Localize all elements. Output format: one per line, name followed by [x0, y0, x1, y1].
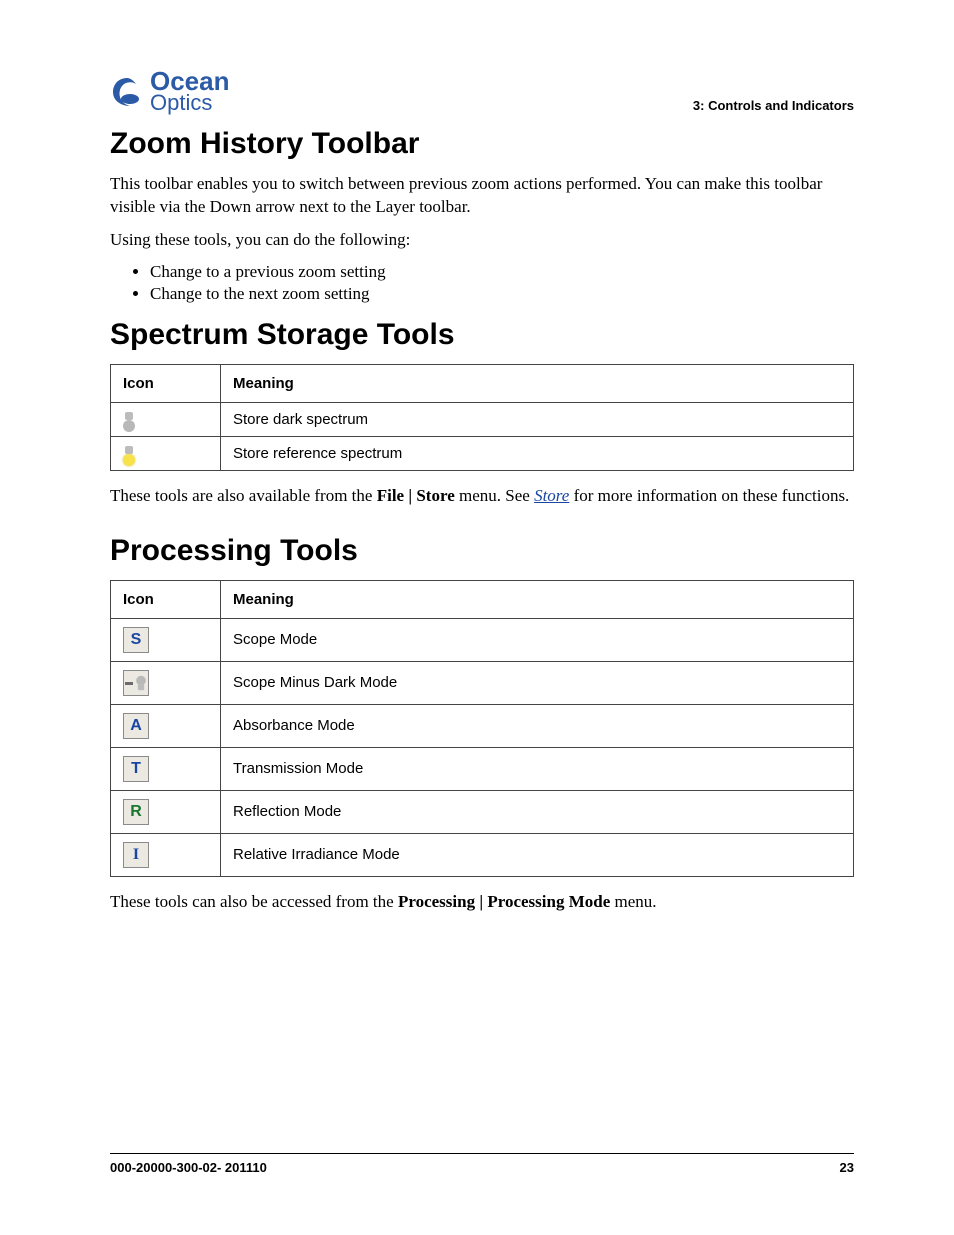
zoom-bullet-0: Change to a previous zoom setting: [150, 262, 854, 282]
meaning-cell: Transmission Mode: [221, 747, 854, 790]
processing-col-meaning: Meaning: [221, 580, 854, 618]
zoom-bullet-1: Change to the next zoom setting: [150, 284, 854, 304]
storage-note-before: These tools are also available from the: [110, 486, 377, 505]
icon-cell: A: [111, 704, 221, 747]
storage-note-after: for more information on these functions.: [569, 486, 849, 505]
table-row: R Reflection Mode: [111, 790, 854, 833]
storage-col-icon: Icon: [111, 365, 221, 403]
meaning-cell: Scope Mode: [221, 618, 854, 661]
section-label: 3: Controls and Indicators: [693, 98, 854, 113]
scope-mode-icon: S: [123, 627, 149, 653]
meaning-cell: Absorbance Mode: [221, 704, 854, 747]
storage-note: These tools are also available from the …: [110, 485, 854, 508]
store-link[interactable]: Store: [534, 486, 569, 505]
meaning-cell: Reflection Mode: [221, 790, 854, 833]
page: Ocean Optics 3: Controls and Indicators …: [0, 0, 954, 1235]
meaning-cell: Scope Minus Dark Mode: [221, 661, 854, 704]
logo: Ocean Optics: [110, 70, 230, 113]
icon-cell: [111, 403, 221, 437]
meaning-cell: Store dark spectrum: [221, 403, 854, 437]
logo-text: Ocean Optics: [150, 70, 230, 113]
meaning-cell: Store reference spectrum: [221, 437, 854, 471]
processing-note-before: These tools can also be accessed from th…: [110, 892, 398, 911]
processing-note-bold: Processing | Processing Mode: [398, 892, 610, 911]
processing-note: These tools can also be accessed from th…: [110, 891, 854, 914]
storage-note-bold: File | Store: [377, 486, 455, 505]
storage-note-mid: menu. See: [455, 486, 534, 505]
icon-cell: T: [111, 747, 221, 790]
processing-note-after: menu.: [610, 892, 656, 911]
icon-cell: R: [111, 790, 221, 833]
table-row: Store dark spectrum: [111, 403, 854, 437]
scope-minus-dark-icon: [123, 670, 149, 696]
zoom-para1: This toolbar enables you to switch betwe…: [110, 173, 854, 219]
icon-cell: [111, 437, 221, 471]
storage-header-row: Icon Meaning: [111, 365, 854, 403]
storage-table: Icon Meaning Store dark spectrum Store r…: [110, 364, 854, 471]
table-row: I Relative Irradiance Mode: [111, 833, 854, 876]
irradiance-mode-icon: I: [123, 842, 149, 868]
absorbance-mode-icon: A: [123, 713, 149, 739]
heading-zoom-history: Zoom History Toolbar: [110, 127, 854, 161]
logo-line2: Optics: [150, 93, 230, 113]
doc-number: 000-20000-300-02- 201110: [110, 1160, 267, 1175]
meaning-cell: Relative Irradiance Mode: [221, 833, 854, 876]
table-row: A Absorbance Mode: [111, 704, 854, 747]
reflection-mode-icon: R: [123, 799, 149, 825]
transmission-mode-icon: T: [123, 756, 149, 782]
table-row: S Scope Mode: [111, 618, 854, 661]
zoom-bullet-list: Change to a previous zoom setting Change…: [150, 262, 854, 304]
icon-cell: I: [111, 833, 221, 876]
zoom-para2: Using these tools, you can do the follow…: [110, 229, 854, 252]
page-number: 23: [840, 1160, 854, 1175]
table-row: Store reference spectrum: [111, 437, 854, 471]
icon-cell: [111, 661, 221, 704]
storage-col-meaning: Meaning: [221, 365, 854, 403]
processing-table: Icon Meaning S Scope Mode Scope Minus Da…: [110, 580, 854, 877]
processing-col-icon: Icon: [111, 580, 221, 618]
processing-header-row: Icon Meaning: [111, 580, 854, 618]
table-row: T Transmission Mode: [111, 747, 854, 790]
table-row: Scope Minus Dark Mode: [111, 661, 854, 704]
heading-processing: Processing Tools: [110, 534, 854, 568]
heading-storage: Spectrum Storage Tools: [110, 318, 854, 352]
icon-cell: S: [111, 618, 221, 661]
page-header: Ocean Optics 3: Controls and Indicators: [110, 70, 854, 113]
logo-swirl-icon: [110, 75, 144, 109]
page-footer: 000-20000-300-02- 201110 23: [110, 1153, 854, 1175]
